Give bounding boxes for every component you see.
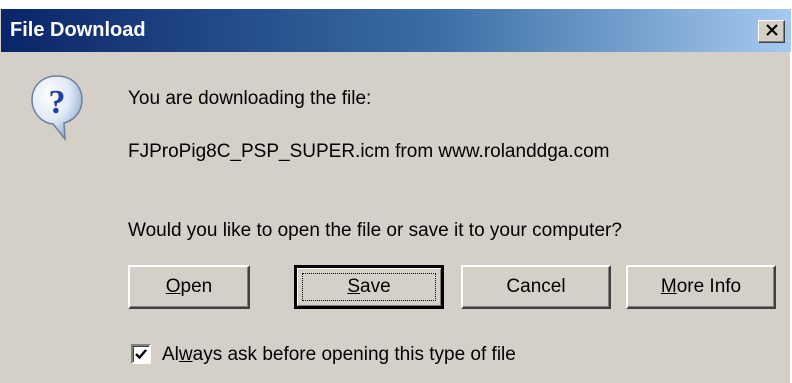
title-bar[interactable]: File Download [1,9,791,52]
always-ask-label[interactable]: Always ask before opening this type of f… [162,343,516,367]
close-icon [765,23,779,41]
close-button[interactable] [758,20,785,43]
file-download-dialog: File Download ? You are downloading the … [0,9,791,383]
open-button[interactable]: Open [128,265,250,309]
window-title: File Download [10,19,146,41]
save-button[interactable]: Save [294,265,444,309]
always-ask-checkbox[interactable] [131,344,151,364]
save-button-label: Save [347,276,391,297]
more-info-button-label: More Info [660,276,742,297]
question-icon: ? [29,73,85,143]
check-icon [135,349,147,360]
cancel-button-label: Cancel [506,276,566,297]
open-button-label: Open [165,276,213,297]
more-info-button[interactable]: More Info [626,265,776,309]
open-or-save-question: Would you like to open the file or save … [128,220,622,241]
cancel-button[interactable]: Cancel [461,265,611,309]
svg-text:?: ? [49,84,66,121]
filename-source-text: FJProPig8C_PSP_SUPER.icm from www.roland… [128,141,610,162]
download-intro-text: You are downloading the file: [128,88,372,109]
